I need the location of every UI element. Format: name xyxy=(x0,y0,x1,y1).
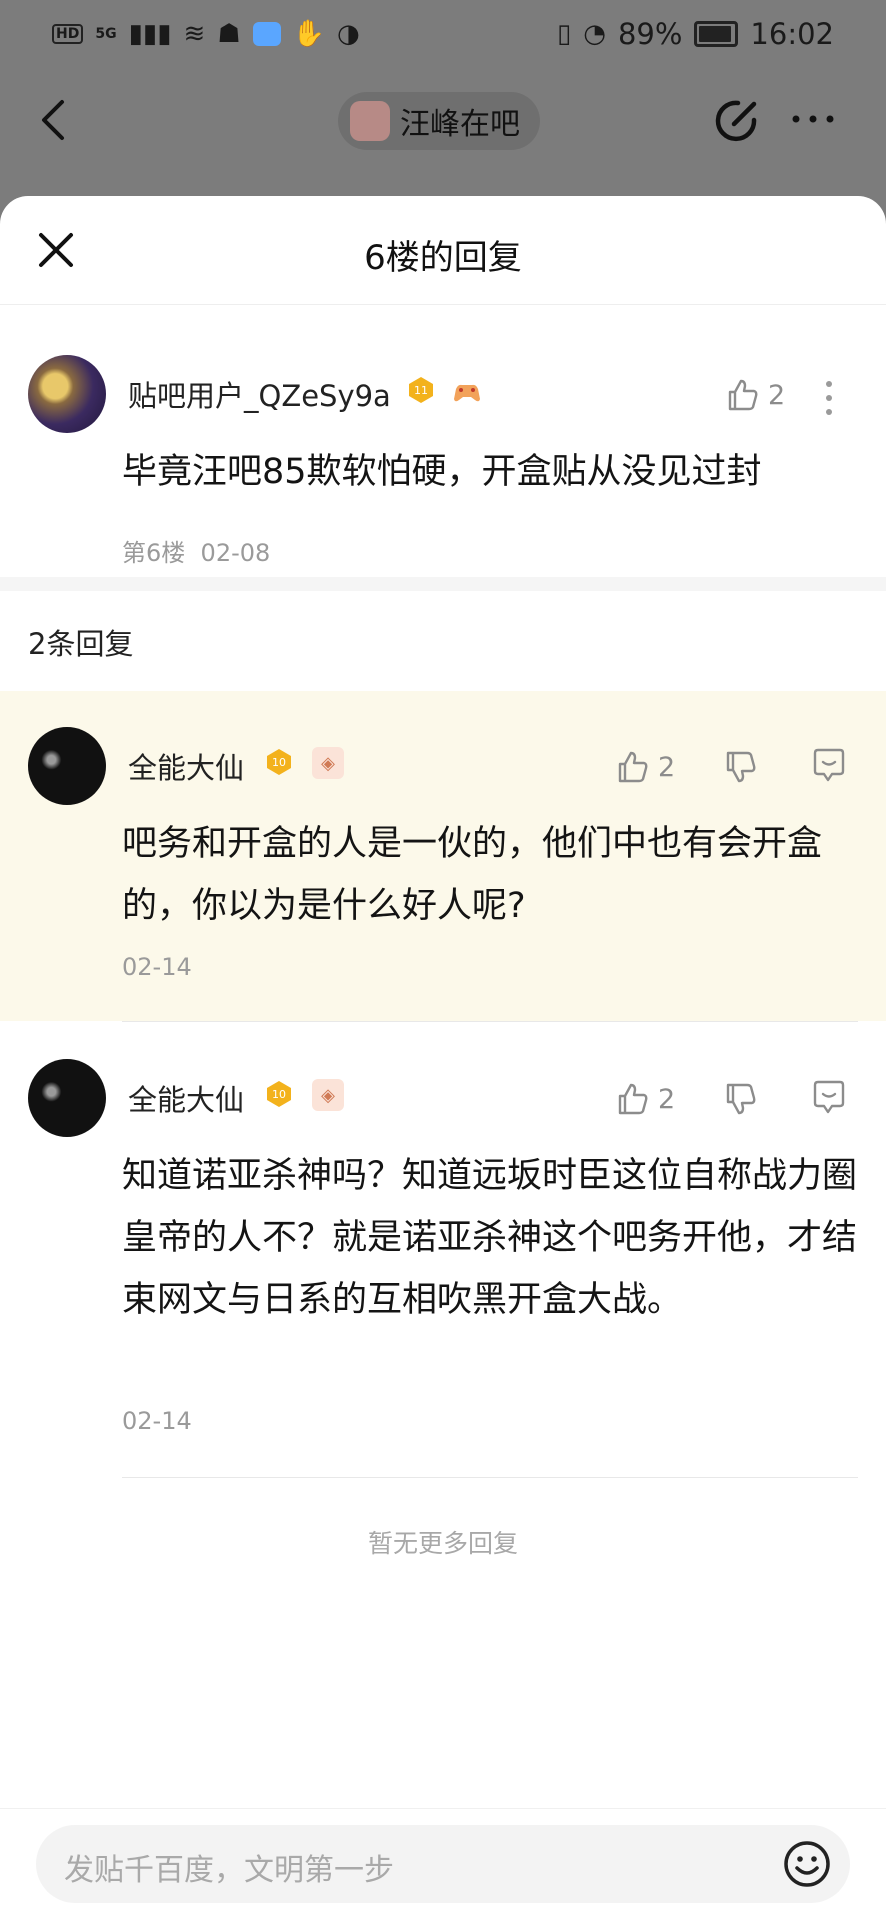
vibrate-icon: ▯ xyxy=(556,19,572,49)
forum-top-bar: 汪峰在吧 xyxy=(0,82,886,158)
speed-icon: ◔ xyxy=(583,19,606,49)
level-badge-icon: 11 xyxy=(409,377,433,403)
reply-username[interactable]: 全能大仙 xyxy=(128,745,244,787)
comment-icon[interactable] xyxy=(810,1079,848,1117)
reply-item: 全能大仙 10 ◈ 2 知道诺亚杀神吗？知道远坂时臣这位自称战力圈皇帝的人不？就… xyxy=(0,1021,886,1479)
back-icon[interactable] xyxy=(36,98,72,142)
section-gap xyxy=(0,577,886,591)
sheet-header: 6楼的回复 xyxy=(0,196,886,305)
diamond-badge-icon: ◈ xyxy=(312,1079,344,1111)
svg-text:10: 10 xyxy=(272,1088,286,1101)
post-more-icon[interactable] xyxy=(824,379,834,417)
no-more-replies: 暂无更多回复 xyxy=(367,1529,518,1558)
reply-count-label: 2条回复 xyxy=(28,627,134,661)
compose-icon[interactable] xyxy=(714,98,760,144)
status-left-icons: HD 5G ▮▮▮ ≋ ☗ ✋ ◑ xyxy=(52,21,360,47)
post-meta: 第6楼 02-08 xyxy=(122,533,270,568)
reply-count-bar: 2条回复 xyxy=(0,591,886,691)
post-username[interactable]: 贴吧用户_QZeSy9a xyxy=(128,373,391,415)
app-notify-icon: ✋ xyxy=(292,19,325,49)
thumb-down-icon[interactable] xyxy=(722,1081,758,1117)
thumb-up-icon xyxy=(728,379,758,411)
reply-input-bar: 发贴千百度，文明第一步 xyxy=(0,1808,886,1920)
forum-avatar xyxy=(350,101,390,141)
avatar[interactable] xyxy=(28,1059,106,1137)
like-button[interactable]: 2 xyxy=(724,377,785,413)
thumb-up-icon xyxy=(618,1083,648,1115)
like-count: 2 xyxy=(658,1083,676,1115)
svg-text:10: 10 xyxy=(272,756,286,769)
signal-icon: ▮▮▮ xyxy=(128,19,172,49)
level-badge-icon: 10 xyxy=(267,749,291,775)
forum-name: 汪峰在吧 xyxy=(400,107,520,142)
battery-icon xyxy=(694,21,739,47)
reply-content: 吧务和开盒的人是一伙的，他们中也有会开盒的，你以为是什么好人呢? xyxy=(122,824,823,926)
more-icon[interactable] xyxy=(790,108,836,130)
hd-icon: HD xyxy=(52,24,84,44)
avatar[interactable] xyxy=(28,355,106,433)
app-notify-icon-2: ◑ xyxy=(337,19,360,49)
cloud-icon xyxy=(252,22,281,46)
gamepad-badge-icon xyxy=(454,384,480,402)
reply-date: 02-14 xyxy=(122,1407,192,1435)
diamond-badge-icon: ◈ xyxy=(312,747,344,779)
reply-input-placeholder: 发贴千百度，文明第一步 xyxy=(64,1853,394,1888)
reply-username[interactable]: 全能大仙 xyxy=(128,1077,244,1119)
reply-input[interactable]: 发贴千百度，文明第一步 xyxy=(36,1825,850,1903)
emoji-icon[interactable] xyxy=(782,1839,832,1889)
like-count: 2 xyxy=(768,379,786,411)
clock: 16:02 xyxy=(750,17,834,51)
floor-post: 贴吧用户_QZeSy9a 11 2 毕竟汪吧85欺软怕硬，开盒贴从没见过封 第6… xyxy=(0,305,886,567)
thumb-up-icon xyxy=(618,751,648,783)
svg-text:11: 11 xyxy=(414,384,428,397)
status-right-icons: ▯ ◔ 89% 16:02 xyxy=(557,17,834,51)
reply-content: 知道诺亚杀神吗？知道远坂时臣这位自称战力圈皇帝的人不？就是诺亚杀神这个吧务开他，… xyxy=(122,1156,858,1320)
reply-date: 02-14 xyxy=(122,953,192,981)
comment-icon[interactable] xyxy=(810,747,848,785)
like-button[interactable]: 2 xyxy=(614,1081,675,1117)
network-label: 5G xyxy=(95,26,117,42)
divider xyxy=(122,1477,858,1478)
qq-icon: ☗ xyxy=(217,19,241,49)
post-date: 02-08 xyxy=(200,539,271,567)
thumb-down-icon[interactable] xyxy=(722,749,758,785)
reply-item: 全能大仙 10 ◈ 2 吧务和开盒的人是一伙的，他们中也有会开盒的，你以为是什么… xyxy=(0,691,886,1021)
like-button[interactable]: 2 xyxy=(614,749,675,785)
level-badge-icon: 10 xyxy=(267,1081,291,1107)
forum-pill[interactable]: 汪峰在吧 xyxy=(338,92,540,150)
post-floor: 第6楼 xyxy=(122,539,186,567)
like-count: 2 xyxy=(658,751,676,783)
battery-percent: 89% xyxy=(617,17,683,51)
status-bar: HD 5G ▮▮▮ ≋ ☗ ✋ ◑ ▯ ◔ 89% 16:02 xyxy=(0,0,886,68)
reply-sheet: 6楼的回复 贴吧用户_QZeSy9a 11 2 毕竟汪吧85欺软怕硬，开盒贴从没… xyxy=(0,196,886,1920)
post-content: 毕竟汪吧85欺软怕硬，开盒贴从没见过封 xyxy=(122,452,762,492)
divider xyxy=(122,1021,858,1022)
wifi-icon: ≋ xyxy=(183,19,206,49)
avatar[interactable] xyxy=(28,727,106,805)
sheet-title: 6楼的回复 xyxy=(364,238,522,278)
